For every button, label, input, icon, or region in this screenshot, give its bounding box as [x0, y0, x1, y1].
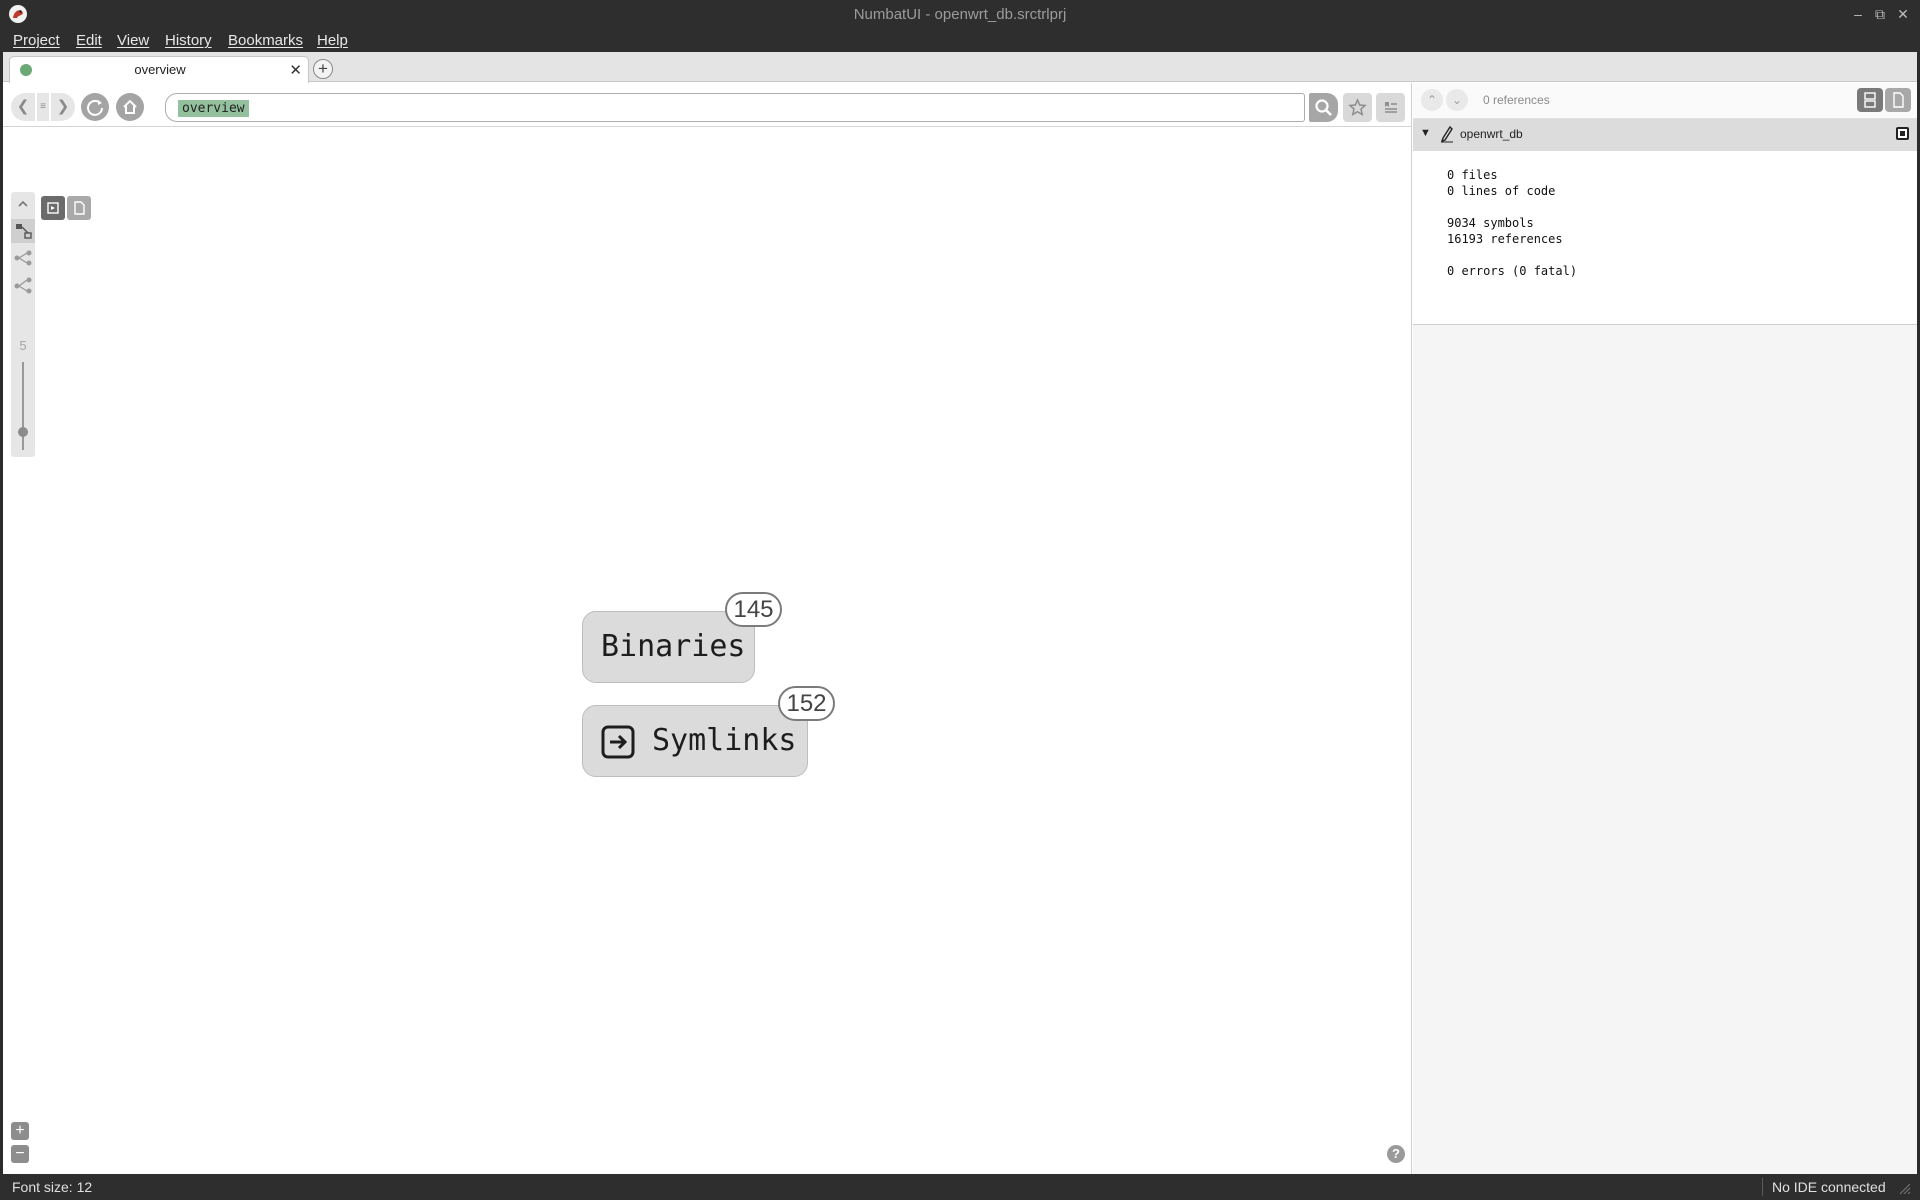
depth-slider-handle[interactable] — [18, 427, 28, 438]
node-label: Symlinks — [652, 723, 797, 758]
help-button[interactable]: ? — [1387, 1145, 1405, 1163]
close-tab-icon[interactable]: ✕ — [289, 61, 302, 79]
tab-overview[interactable]: overview ✕ — [9, 56, 309, 83]
bookmark-button[interactable] — [1343, 93, 1372, 122]
window-titlebar: NumbatUI - openwrt_db.srctrlprj – ⧉ ✕ — [0, 0, 1920, 29]
next-reference-icon[interactable]: ⌄ — [1446, 89, 1468, 111]
summary-symbols: 9034 symbols — [1447, 216, 1534, 230]
summary-files: 0 files — [1447, 168, 1498, 182]
window-title: NumbatUI - openwrt_db.srctrlprj — [853, 6, 1067, 23]
summary-errors: 0 errors (0 fatal) — [1447, 264, 1578, 278]
code-pane: ⌃ ⌄ 0 references ▼ openwrt_db 0 files 0 … — [1413, 83, 1917, 1174]
node-count-badge: 152 — [778, 686, 835, 721]
search-field[interactable]: overview — [165, 93, 1305, 122]
menu-edit[interactable]: Edit — [76, 32, 102, 49]
bookmark-list-icon — [1385, 102, 1397, 113]
add-tab-button[interactable]: + — [313, 59, 333, 79]
bookmark-manager-button[interactable] — [1376, 93, 1405, 122]
status-separator — [1762, 1178, 1763, 1196]
file-icon — [1893, 92, 1904, 108]
depth-label: 5 — [19, 338, 27, 353]
enter-arrow-icon — [601, 725, 635, 759]
maximize-icon[interactable] — [1896, 127, 1909, 140]
zoom-in-button[interactable]: + — [11, 1122, 29, 1140]
single-file-toggle[interactable] — [1885, 88, 1911, 112]
minimize-icon[interactable]: – — [1848, 4, 1868, 24]
summary-references: 16193 references — [1447, 232, 1563, 246]
reference-count: 0 references — [1483, 93, 1550, 107]
project-summary: 0 files 0 lines of code 9034 symbols 161… — [1413, 151, 1917, 325]
code-view-toggle[interactable] — [67, 196, 91, 220]
node-binaries[interactable]: Binaries 145 — [582, 592, 782, 683]
tab-bar: overview ✕ + — [3, 52, 1917, 83]
document-icon — [74, 201, 85, 215]
search-token[interactable]: overview — [178, 100, 249, 117]
node-count-badge: 145 — [725, 592, 782, 627]
menu-view[interactable]: View — [117, 32, 149, 49]
collapse-triangle-icon[interactable]: ▼ — [1420, 127, 1431, 139]
search-button[interactable] — [1309, 93, 1338, 122]
collapse-controls-icon[interactable] — [11, 192, 35, 216]
menu-help[interactable]: Help — [317, 32, 348, 49]
close-window-icon[interactable]: ✕ — [1893, 4, 1913, 24]
layout-tree-icon[interactable] — [11, 273, 35, 297]
back-icon[interactable]: ❮ — [11, 93, 35, 121]
reference-navigator: ⌃ ⌄ 0 references — [1413, 83, 1917, 119]
navigation-bar: ❮ ≡ ❯ overview — [3, 83, 1412, 127]
ide-status[interactable]: No IDE connected — [1772, 1179, 1886, 1195]
layout-horizontal-icon[interactable] — [11, 246, 35, 270]
pen-icon — [1440, 125, 1453, 143]
menu-project[interactable]: Project — [13, 32, 60, 49]
zoom-out-button[interactable]: − — [11, 1145, 29, 1163]
graph-view-icon — [47, 202, 59, 214]
star-icon — [1348, 98, 1367, 117]
tab-label: overview — [134, 62, 186, 77]
summary-loc: 0 lines of code — [1447, 184, 1556, 198]
node-symlinks[interactable]: Symlinks 152 — [582, 686, 835, 777]
refresh-icon[interactable] — [81, 93, 109, 121]
snippet-list-toggle[interactable] — [1857, 88, 1883, 112]
resize-grip-icon[interactable] — [1898, 1182, 1912, 1194]
status-bar: Font size: 12 No IDE connected — [0, 1174, 1920, 1200]
forward-icon[interactable]: ❯ — [51, 93, 75, 121]
menu-bookmarks[interactable]: Bookmarks — [228, 32, 303, 49]
code-file-header[interactable]: ▼ openwrt_db — [1413, 119, 1917, 151]
search-icon — [1315, 99, 1332, 116]
main-window: overview ✕ + ❮ ≡ ❯ overview 5 Binaries 1… — [3, 52, 1917, 1174]
group-by-file-icon[interactable] — [11, 219, 35, 243]
graph-controls: 5 — [11, 192, 35, 457]
project-name: openwrt_db — [1460, 127, 1523, 141]
home-icon[interactable] — [116, 93, 144, 121]
font-size-status: Font size: 12 — [12, 1179, 93, 1195]
restore-icon[interactable]: ⧉ — [1870, 4, 1890, 24]
snippet-list-icon — [1864, 92, 1876, 108]
menu-history[interactable]: History — [165, 32, 212, 49]
previous-reference-icon[interactable]: ⌃ — [1421, 89, 1443, 111]
graph-view[interactable]: ❮ ≡ ❯ overview 5 Binaries 145 Symlinks 1… — [3, 83, 1412, 1174]
graph-view-toggle[interactable] — [41, 196, 65, 220]
menu-bar: Project Edit View History Bookmarks Help — [0, 29, 1920, 52]
history-list-icon[interactable]: ≡ — [37, 93, 49, 121]
node-label: Binaries — [601, 629, 746, 664]
